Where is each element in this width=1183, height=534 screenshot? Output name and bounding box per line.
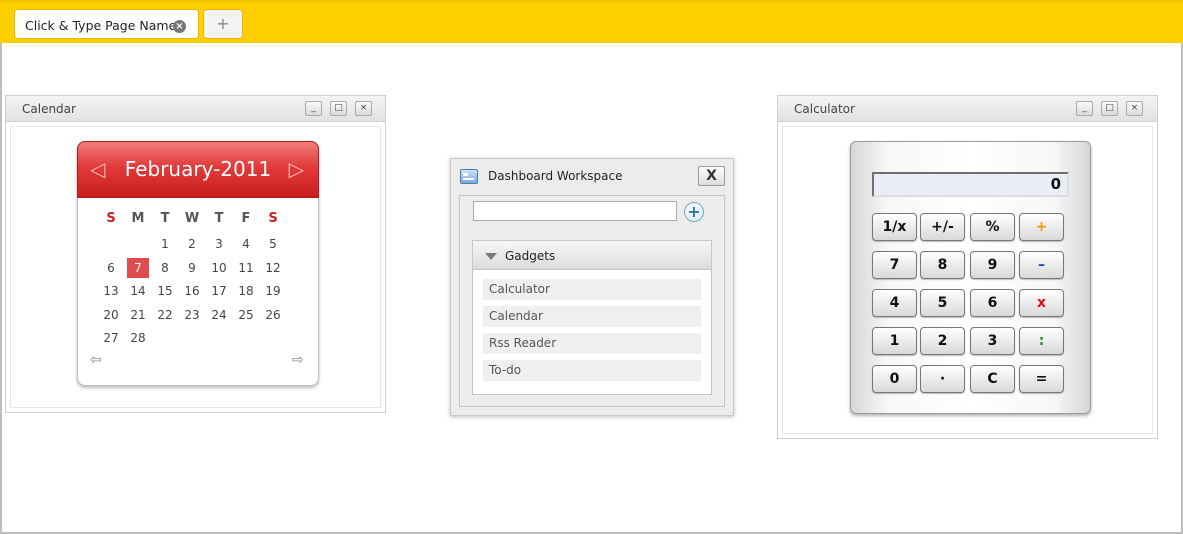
gadget-item[interactable]: Calculator	[483, 279, 701, 300]
calendar-day[interactable]: 27	[100, 328, 122, 348]
minimize-icon[interactable]: _	[305, 101, 322, 116]
back-arrow-icon[interactable]: ⇦	[90, 352, 102, 368]
calendar-day[interactable]: 8	[154, 258, 176, 278]
calendar-day[interactable]: 15	[154, 281, 176, 301]
maximize-icon[interactable]: □	[330, 101, 347, 116]
calendar-day[interactable]: 18	[235, 281, 257, 301]
dashboard-workspace-panel: Dashboard Workspace X + Gadgets Calculat…	[450, 158, 734, 416]
calendar-day[interactable]: 2	[181, 234, 203, 254]
calendar-day[interactable]: 10	[208, 258, 230, 278]
calculator-key[interactable]: +/-	[920, 213, 965, 241]
calculator-widget-title: Calculator	[794, 102, 855, 116]
calendar-widget-header[interactable]: Calendar _ □ ×	[6, 96, 385, 122]
calculator-key[interactable]: :	[1019, 327, 1064, 355]
calculator-key[interactable]: %	[970, 213, 1015, 241]
calendar-day-today[interactable]: 7	[127, 257, 149, 278]
dashboard-icon	[460, 169, 478, 184]
next-month-icon[interactable]: ▷	[289, 157, 304, 181]
calendar-day[interactable]: 20	[100, 305, 122, 325]
calendar-day[interactable]: 1	[154, 234, 176, 254]
calculator-key[interactable]: 9	[970, 251, 1015, 279]
calendar-widget-title: Calendar	[22, 102, 76, 116]
calendar-day[interactable]: 28	[127, 328, 149, 348]
weekday-header: W	[184, 211, 200, 226]
gadget-item[interactable]: Rss Reader	[483, 333, 701, 354]
calendar-day[interactable]: 11	[235, 258, 257, 278]
close-icon[interactable]: ×	[355, 101, 372, 116]
calendar-day[interactable]: 25	[235, 305, 257, 325]
calendar: ◁ February-2011 ▷ ⇦ ⇨ S M T W T F S 1 2 3 4 5 6 7 8 9 10…	[77, 141, 319, 386]
add-tab-button[interactable]: +	[203, 9, 243, 39]
dashboard-close-button[interactable]: X	[698, 166, 725, 186]
dashboard-title: Dashboard Workspace	[488, 169, 623, 183]
calculator-widget-header[interactable]: Calculator _ □ ×	[778, 96, 1157, 122]
weekday-header: S	[268, 211, 278, 226]
calendar-day[interactable]: 5	[262, 234, 284, 254]
page-tab[interactable]: Click & Type Page Name ×	[14, 9, 199, 39]
calendar-day[interactable]: 9	[181, 258, 203, 278]
weekday-header: M	[131, 211, 145, 226]
gadget-search-input[interactable]	[473, 201, 677, 221]
calendar-widget: Calendar _ □ × ◁ February-2011 ▷ ⇦ ⇨ SMT…	[5, 95, 386, 413]
calculator-key[interactable]: 8	[920, 251, 965, 279]
calculator-key[interactable]: –	[1019, 251, 1064, 279]
gadget-item[interactable]: To-do	[483, 360, 701, 381]
calendar-month-title: February-2011	[124, 157, 272, 181]
calendar-day[interactable]: 23	[181, 305, 203, 325]
calculator-key[interactable]: C	[970, 365, 1015, 393]
calculator-key[interactable]: 7	[872, 251, 917, 279]
calculator-key[interactable]: +	[1019, 213, 1064, 241]
calendar-day[interactable]: 17	[208, 281, 230, 301]
calendar-day[interactable]: 3	[208, 234, 230, 254]
calendar-header: ◁ February-2011 ▷	[77, 141, 319, 198]
calendar-day[interactable]: 12	[262, 258, 284, 278]
calendar-day[interactable]: 4	[235, 234, 257, 254]
gadgets-section: Gadgets Calculator Calendar Rss Reader To-d…	[472, 240, 712, 395]
gadgets-header[interactable]: Gadgets	[473, 241, 711, 270]
weekday-header: T	[160, 211, 170, 226]
calculator-key[interactable]: 0	[872, 365, 917, 393]
calculator-widget: Calculator _ □ × 0 1/x +/-% +7 8 9– 4 5 6 x 1 2 3: 0…	[777, 95, 1158, 439]
forward-arrow-icon[interactable]: ⇨	[292, 352, 304, 368]
weekday-header: S	[106, 211, 116, 226]
calendar-day[interactable]: 14	[127, 281, 149, 301]
calculator-key[interactable]: 5	[920, 289, 965, 317]
weekday-header: F	[241, 211, 251, 226]
calculator-key[interactable]: x	[1019, 289, 1064, 317]
close-tab-icon[interactable]: ×	[173, 20, 186, 33]
gadget-item[interactable]: Calendar	[483, 306, 701, 327]
add-gadget-icon[interactable]: +	[684, 202, 704, 222]
top-bar: Click & Type Page Name × +	[0, 0, 1183, 43]
calculator: 0 1/x +/-% +7 8 9–4 5 6 x 1 2 3:0 · C =	[850, 141, 1091, 414]
calculator-key[interactable]: 1/x	[872, 213, 917, 241]
maximize-icon[interactable]: □	[1101, 101, 1118, 116]
page-tab-label[interactable]: Click & Type Page Name	[25, 18, 176, 33]
weekday-header: T	[214, 211, 224, 226]
calendar-day[interactable]: 16	[181, 281, 203, 301]
close-icon[interactable]: ×	[1126, 101, 1143, 116]
calculator-key[interactable]: 2	[920, 327, 965, 355]
calendar-day[interactable]: 22	[154, 305, 176, 325]
calculator-key[interactable]: 3	[970, 327, 1015, 355]
calendar-day[interactable]: 24	[208, 305, 230, 325]
calendar-day[interactable]: 26	[262, 305, 284, 325]
expand-caret-icon[interactable]	[485, 253, 497, 260]
minimize-icon[interactable]: _	[1076, 101, 1093, 116]
dashboard-body: + Gadgets Calculator Calendar Rss Reader To…	[459, 195, 725, 407]
calculator-widget-body: 0 1/x +/-% +7 8 9–4 5 6 x 1 2 3:0 · C =	[782, 126, 1153, 434]
calendar-day[interactable]: 13	[100, 281, 122, 301]
calendar-day[interactable]: 19	[262, 281, 284, 301]
calculator-key[interactable]: 1	[872, 327, 917, 355]
calculator-key[interactable]: 4	[872, 289, 917, 317]
calendar-widget-body: ◁ February-2011 ▷ ⇦ ⇨ S M T W T F S 1 2 3 4 5 6 7 8 9 10…	[10, 126, 381, 408]
calculator-display: 0	[872, 172, 1069, 197]
gadgets-label: Gadgets	[505, 249, 556, 263]
calendar-day[interactable]: 21	[127, 305, 149, 325]
calculator-key[interactable]: 6	[970, 289, 1015, 317]
calendar-day[interactable]: 6	[100, 258, 122, 278]
calculator-key[interactable]: =	[1019, 365, 1064, 393]
calculator-key[interactable]: ·	[920, 365, 965, 393]
